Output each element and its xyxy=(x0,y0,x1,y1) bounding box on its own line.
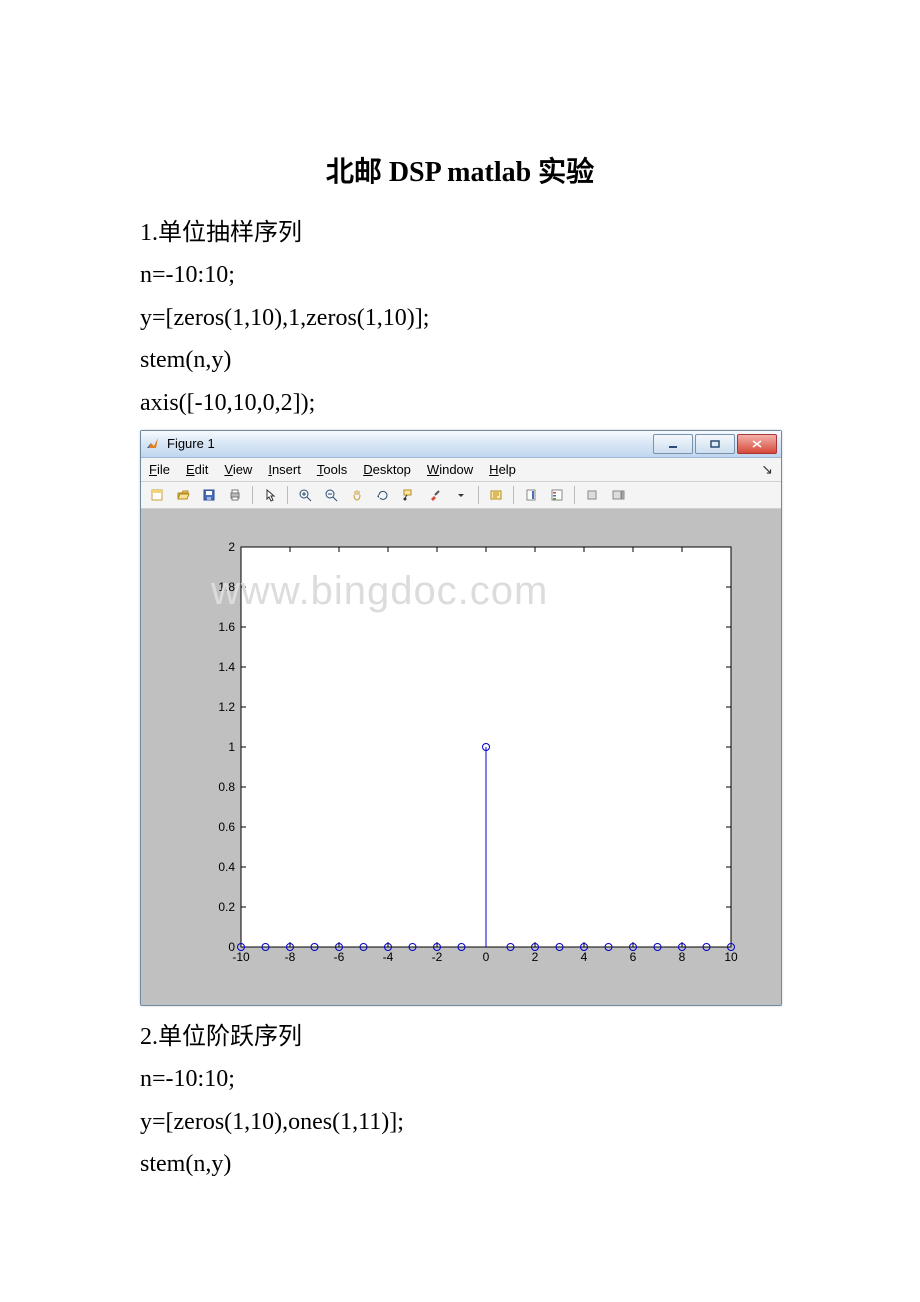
new-figure-icon[interactable] xyxy=(145,484,169,506)
figure-toolbar xyxy=(141,482,781,509)
dropdown-arrow-icon[interactable] xyxy=(449,484,473,506)
svg-text:6: 6 xyxy=(630,950,637,964)
text-line: 1.单位抽样序列 xyxy=(140,214,780,252)
maximize-button[interactable] xyxy=(695,434,735,454)
svg-text:-10: -10 xyxy=(232,950,250,964)
text-line: y=[zeros(1,10),ones(1,11)]; xyxy=(140,1103,780,1141)
svg-text:2: 2 xyxy=(228,540,235,554)
menu-tools[interactable]: Tools xyxy=(317,462,347,477)
stem-chart: 00.20.40.60.811.21.41.61.82-10-8-6-4-202… xyxy=(171,527,751,987)
text-line: y=[zeros(1,10),1,zeros(1,10)]; xyxy=(140,299,780,337)
svg-text:1.4: 1.4 xyxy=(218,660,235,674)
dock-icon[interactable]: ↘ xyxy=(761,461,773,478)
toolbar-separator xyxy=(513,486,514,504)
menu-desktop[interactable]: Desktop xyxy=(363,462,411,477)
toolbar-separator xyxy=(287,486,288,504)
body-text: 1.单位抽样序列 n=-10:10; y=[zeros(1,10),1,zero… xyxy=(140,214,780,422)
zoom-in-icon[interactable] xyxy=(293,484,317,506)
toolbar-separator xyxy=(478,486,479,504)
show-plot-tools-icon[interactable] xyxy=(606,484,630,506)
svg-text:2: 2 xyxy=(532,950,539,964)
zoom-out-icon[interactable] xyxy=(319,484,343,506)
window-title: Figure 1 xyxy=(167,436,651,451)
svg-text:0.2: 0.2 xyxy=(218,900,235,914)
document-page: 北邮 DSP matlab 实验 1.单位抽样序列 n=-10:10; y=[z… xyxy=(0,0,920,1302)
svg-text:4: 4 xyxy=(581,950,588,964)
menu-edit[interactable]: Edit xyxy=(186,462,208,477)
text-line: axis([-10,10,0,2]); xyxy=(140,384,780,422)
brush-icon[interactable] xyxy=(423,484,447,506)
svg-text:-2: -2 xyxy=(432,950,443,964)
svg-text:0.8: 0.8 xyxy=(218,780,235,794)
open-icon[interactable] xyxy=(171,484,195,506)
svg-text:1.6: 1.6 xyxy=(218,620,235,634)
plot-area[interactable]: www.bingdoc.com 00.20.40.60.811.21.41.61… xyxy=(141,509,781,1005)
print-icon[interactable] xyxy=(223,484,247,506)
save-icon[interactable] xyxy=(197,484,221,506)
rotate-icon[interactable] xyxy=(371,484,395,506)
menu-bar: File Edit View Insert Tools Desktop Wind… xyxy=(141,458,781,482)
svg-text:-6: -6 xyxy=(334,950,345,964)
text-line: stem(n,y) xyxy=(140,1145,780,1183)
close-button[interactable] xyxy=(737,434,777,454)
svg-text:-8: -8 xyxy=(285,950,296,964)
menu-view[interactable]: View xyxy=(224,462,252,477)
svg-text:8: 8 xyxy=(679,950,686,964)
page-title: 北邮 DSP matlab 实验 xyxy=(140,150,780,190)
svg-text:0: 0 xyxy=(483,950,490,964)
window-titlebar[interactable]: Figure 1 xyxy=(141,431,781,458)
svg-text:0.6: 0.6 xyxy=(218,820,235,834)
matlab-figure-window: Figure 1 File Edit View Insert Tools Des… xyxy=(140,430,782,1006)
svg-text:1.2: 1.2 xyxy=(218,700,235,714)
svg-text:1.8: 1.8 xyxy=(218,580,235,594)
link-icon[interactable] xyxy=(484,484,508,506)
menu-window[interactable]: Window xyxy=(427,462,473,477)
svg-text:10: 10 xyxy=(724,950,738,964)
pan-icon[interactable] xyxy=(345,484,369,506)
menu-file[interactable]: File xyxy=(149,462,170,477)
text-line: stem(n,y) xyxy=(140,341,780,379)
svg-text:1: 1 xyxy=(228,740,235,754)
colorbar-icon[interactable] xyxy=(519,484,543,506)
body-text: 2.单位阶跃序列 n=-10:10; y=[zeros(1,10),ones(1… xyxy=(140,1018,780,1184)
legend-icon[interactable] xyxy=(545,484,569,506)
pointer-icon[interactable] xyxy=(258,484,282,506)
menu-help[interactable]: Help xyxy=(489,462,516,477)
hide-plot-tools-icon[interactable] xyxy=(580,484,604,506)
svg-text:-4: -4 xyxy=(383,950,394,964)
text-line: n=-10:10; xyxy=(140,256,780,294)
toolbar-separator xyxy=(252,486,253,504)
text-line: n=-10:10; xyxy=(140,1060,780,1098)
matlab-icon xyxy=(145,436,161,452)
toolbar-separator xyxy=(574,486,575,504)
datatip-icon[interactable] xyxy=(397,484,421,506)
text-line: 2.单位阶跃序列 xyxy=(140,1018,780,1056)
menu-insert[interactable]: Insert xyxy=(268,462,301,477)
svg-text:0.4: 0.4 xyxy=(218,860,235,874)
minimize-button[interactable] xyxy=(653,434,693,454)
